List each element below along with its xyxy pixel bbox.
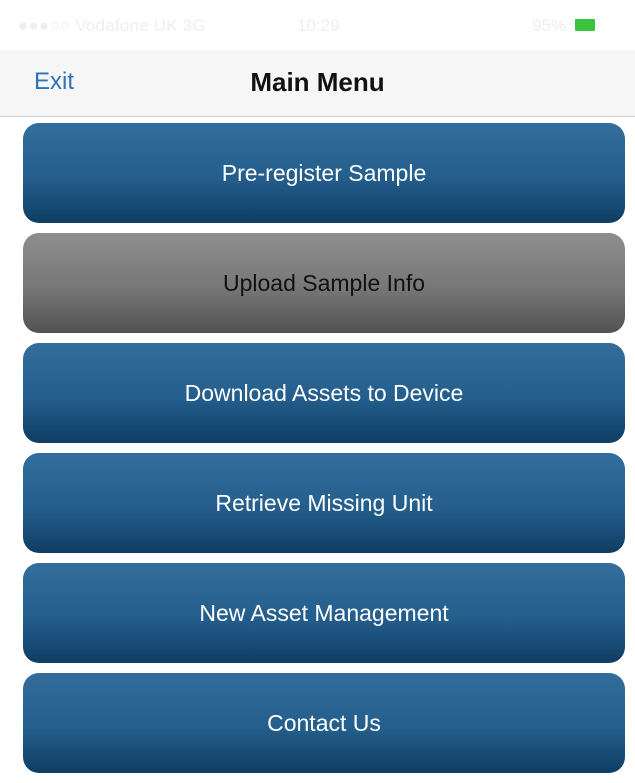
- navigation-bar: Exit Main Menu: [0, 50, 635, 117]
- battery-percent: 95%: [532, 16, 567, 35]
- download-assets-button[interactable]: Download Assets to Device: [23, 343, 625, 443]
- signal-icon: ●●●○○: [18, 16, 71, 35]
- status-time: 10:29: [297, 16, 340, 35]
- new-asset-management-button[interactable]: New Asset Management: [23, 563, 625, 663]
- network-type: 3G: [182, 16, 206, 35]
- upload-sample-info-button[interactable]: Upload Sample Info: [23, 233, 625, 333]
- main-menu: Pre-register Sample Upload Sample Info D…: [23, 123, 625, 783]
- battery-icon: [575, 19, 595, 31]
- page-title: Main Menu: [250, 67, 385, 97]
- status-bar: ●●●○○ Vodafone UK 3G 10:29 95%: [0, 0, 635, 50]
- carrier-name: Vodafone UK: [75, 16, 178, 35]
- contact-us-button[interactable]: Contact Us: [23, 673, 625, 773]
- status-carrier: ●●●○○ Vodafone UK 3G: [18, 16, 206, 36]
- retrieve-missing-unit-button[interactable]: Retrieve Missing Unit: [23, 453, 625, 553]
- pre-register-sample-button[interactable]: Pre-register Sample: [23, 123, 625, 223]
